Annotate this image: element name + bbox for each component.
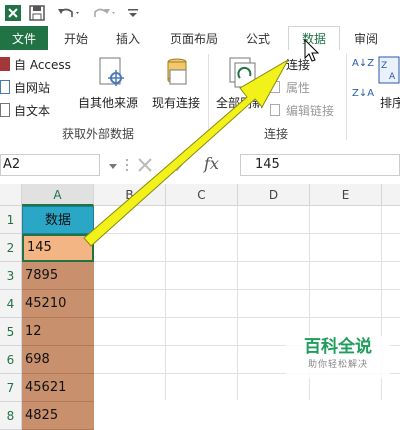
column-header-d[interactable]: D xyxy=(238,184,310,206)
refresh-all-icon xyxy=(229,57,256,88)
sort-za-icon: Z↓A xyxy=(352,88,375,99)
from-other-sources-label: 自其他来源 xyxy=(78,96,139,110)
group-label-get-external-data: 获取外部数据 xyxy=(62,127,135,141)
existing-connections-button[interactable]: 现有连接 xyxy=(150,54,206,112)
enter-icon[interactable] xyxy=(170,156,188,177)
cell-a2-active[interactable]: 145 xyxy=(22,234,94,262)
gridline xyxy=(94,317,400,318)
gridline xyxy=(165,206,166,400)
formula-bar: A2 fx 145 xyxy=(0,146,400,185)
row-header-4[interactable]: 4 xyxy=(0,290,22,318)
tab-file[interactable]: 文件 xyxy=(0,26,48,50)
tab-data[interactable]: 数据 xyxy=(288,26,340,51)
row-header-8[interactable]: 8 xyxy=(0,402,22,430)
cell-a3[interactable]: 7895 xyxy=(22,262,94,290)
existing-connections-label: 现有连接 xyxy=(152,96,201,110)
svg-text:A: A xyxy=(389,72,396,82)
properties-label: 属性 xyxy=(286,81,311,95)
cell-a4[interactable]: 45210 xyxy=(22,290,94,318)
name-box-dropdown-icon[interactable] xyxy=(108,160,118,174)
insert-function-icon[interactable]: fx xyxy=(204,154,219,173)
refresh-all-button[interactable]: 全部刷新 xyxy=(212,54,272,112)
from-other-sources-button[interactable]: 自其他来源 xyxy=(78,54,146,112)
column-header-f[interactable] xyxy=(382,184,400,206)
cancel-icon[interactable] xyxy=(136,156,154,177)
cell-a7[interactable]: 45621 xyxy=(22,374,94,402)
web-icon xyxy=(0,79,10,94)
tab-page-layout[interactable]: 页面布局 xyxy=(160,26,228,50)
edit-links-button[interactable]: 编辑链接 xyxy=(270,102,334,118)
sort-ascending-button[interactable]: A↓Z xyxy=(352,58,375,78)
from-access-label: 自 Access xyxy=(14,58,71,72)
cell-a5[interactable]: 12 xyxy=(22,318,94,346)
excel-logo-icon xyxy=(4,4,22,22)
other-sources-icon xyxy=(99,57,124,86)
gridline xyxy=(94,233,400,234)
row-header-1[interactable]: 1 xyxy=(0,206,22,234)
refresh-all-label: 全部刷新 xyxy=(216,96,265,110)
column-header-e[interactable]: E xyxy=(310,184,382,206)
sort-label: 排序 xyxy=(380,96,400,110)
column-header-a[interactable]: A xyxy=(22,184,94,206)
tab-home[interactable]: 开始 xyxy=(54,26,98,50)
undo-icon[interactable] xyxy=(56,4,82,22)
group-separator xyxy=(346,54,347,140)
group-label-connections: 连接 xyxy=(264,127,289,141)
connections-label: 连接 xyxy=(286,58,311,72)
tab-insert[interactable]: 插入 xyxy=(106,26,150,50)
save-icon[interactable] xyxy=(28,4,46,22)
tab-review[interactable]: 审阅 xyxy=(344,26,388,50)
column-header-c[interactable]: C xyxy=(166,184,238,206)
cell-a1-header[interactable]: 数据 xyxy=(22,206,94,234)
name-box[interactable]: A2 xyxy=(0,154,100,176)
gridline xyxy=(94,261,400,262)
column-header-b[interactable]: B xyxy=(94,184,166,206)
gridline xyxy=(94,289,400,290)
from-web-button[interactable]: 自网站 xyxy=(0,79,50,95)
row-header-3[interactable]: 3 xyxy=(0,262,22,290)
watermark-slogan: 助你轻松解决 xyxy=(307,360,368,370)
existing-connections-icon xyxy=(167,58,187,85)
sort-icon: Z A xyxy=(378,56,400,84)
ribbon-tabs: 文件 开始 插入 页面布局 公式 数据 审阅 xyxy=(0,26,400,51)
quick-access-toolbar xyxy=(0,0,400,26)
row-header-2[interactable]: 2 xyxy=(0,234,22,262)
text-file-icon xyxy=(0,102,10,117)
formula-input[interactable]: 145 xyxy=(240,154,400,176)
ribbon-data: 自 Access 自网站 自文本 自其他来源 现有连接 获取外部数据 全部刷新 … xyxy=(0,50,400,147)
sort-descending-button[interactable]: Z↓A xyxy=(352,88,375,108)
access-icon xyxy=(0,56,10,71)
properties-button[interactable]: 属性 xyxy=(270,79,310,95)
tab-formulas[interactable]: 公式 xyxy=(236,26,280,50)
redo-icon[interactable] xyxy=(92,4,118,22)
edit-links-label: 编辑链接 xyxy=(286,104,335,118)
row-header-6[interactable]: 6 xyxy=(0,346,22,374)
formula-bar-grip[interactable] xyxy=(124,156,130,174)
select-all-corner[interactable] xyxy=(0,184,22,206)
from-text-button[interactable]: 自文本 xyxy=(0,102,50,118)
row-header-5[interactable]: 5 xyxy=(0,318,22,346)
properties-icon xyxy=(270,80,280,93)
row-header-7[interactable]: 7 xyxy=(0,374,22,402)
from-text-label: 自文本 xyxy=(14,104,51,118)
cell-a8[interactable]: 4825 xyxy=(22,402,94,430)
svg-text:Z: Z xyxy=(381,61,387,71)
from-access-button[interactable]: 自 Access xyxy=(0,56,71,72)
sort-button[interactable]: Z A 排序 xyxy=(376,54,400,112)
watermark: 百科全说 助你轻松解决 xyxy=(286,336,390,378)
gridline xyxy=(237,206,238,400)
group-separator xyxy=(208,54,209,140)
watermark-logo-text: 百科全说 xyxy=(304,337,372,357)
customize-icon[interactable] xyxy=(126,4,140,22)
cell-a6[interactable]: 698 xyxy=(22,346,94,374)
edit-links-icon xyxy=(270,103,280,116)
sort-az-icon: A↓Z xyxy=(352,58,375,69)
from-web-label: 自网站 xyxy=(14,81,51,95)
